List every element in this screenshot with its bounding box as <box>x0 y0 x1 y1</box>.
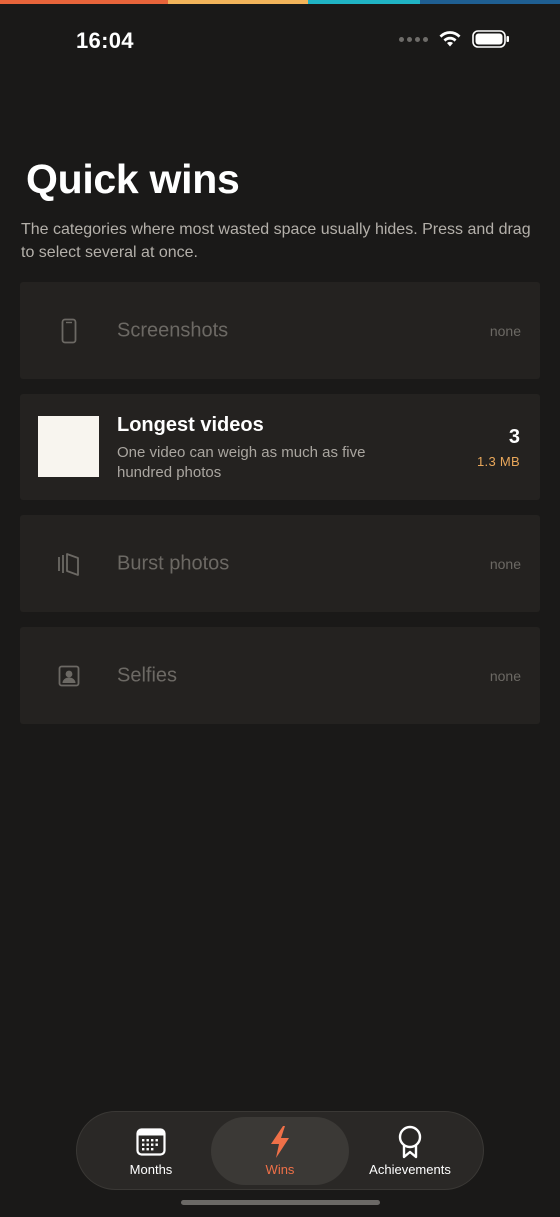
tab-label: Achievements <box>369 1161 451 1177</box>
category-list: Screenshots none Longest videos One vide… <box>20 282 540 739</box>
video-thumbnail <box>38 416 99 477</box>
calendar-icon <box>135 1126 167 1158</box>
tab-achievements[interactable]: Achievements <box>347 1117 473 1185</box>
category-card-burst-photos[interactable]: Burst photos none <box>20 515 540 612</box>
home-indicator <box>181 1200 380 1205</box>
page-title: Quick wins <box>26 156 240 202</box>
status-bar: 16:04 <box>0 26 560 58</box>
page-subtitle: The categories where most wasted space u… <box>21 221 531 261</box>
battery-icon <box>472 30 509 48</box>
ribbon-badge-icon <box>394 1125 426 1158</box>
category-count: none <box>489 667 521 684</box>
app-screen: 16:04 Quick wins The categories where mo… <box>0 0 560 1217</box>
phone-icon <box>56 318 82 344</box>
tab-label: Months <box>129 1161 173 1177</box>
category-card-longest-videos[interactable]: Longest videos One video can weigh as mu… <box>20 394 540 500</box>
category-name: Longest videos <box>117 414 264 436</box>
signal-icon <box>399 36 428 42</box>
category-name: Screenshots <box>117 319 229 341</box>
portrait-icon <box>56 663 82 689</box>
category-name: Selfies <box>117 664 178 686</box>
category-count: 3 <box>508 426 520 448</box>
category-card-screenshots[interactable]: Screenshots none <box>20 282 540 379</box>
status-time: 16:04 <box>76 28 134 53</box>
category-size: 1.3 MB <box>477 454 520 469</box>
category-card-selfies[interactable]: Selfies none <box>20 627 540 724</box>
status-icons <box>399 30 510 48</box>
tab-months[interactable]: Months <box>85 1117 217 1185</box>
category-count: none <box>489 322 521 339</box>
category-description: One video can weigh as much as five hund… <box>117 444 366 481</box>
tab-bar: Months Wins Achievements <box>76 1111 484 1190</box>
tab-label: Wins <box>265 1161 295 1177</box>
bolt-icon <box>264 1125 296 1158</box>
wifi-icon <box>439 31 461 47</box>
tab-wins[interactable]: Wins <box>211 1117 349 1185</box>
category-name: Burst photos <box>117 552 230 574</box>
category-count: none <box>489 555 521 572</box>
burst-stack-icon <box>56 551 82 577</box>
accent-strip <box>0 0 560 4</box>
